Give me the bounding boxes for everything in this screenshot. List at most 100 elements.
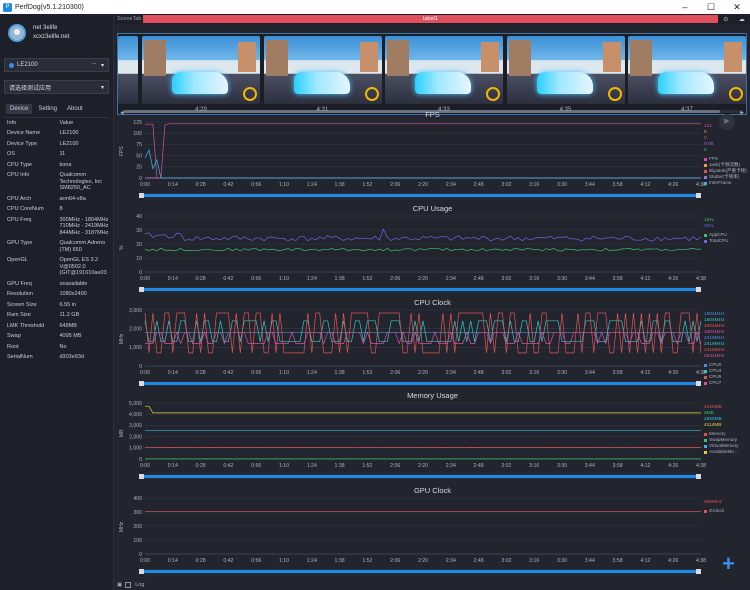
app-logo-icon: P (3, 2, 12, 12)
x-tick-label: 0:56 (251, 558, 261, 564)
table-row: Swap 4095 MB (4, 331, 109, 342)
x-tick-label: 0:42 (223, 463, 233, 469)
range-end-handle[interactable] (696, 381, 701, 386)
legend-swatch (704, 438, 707, 442)
title-bar: P PerfDog(v5.1.210300) – ☐ ✕ (0, 0, 750, 14)
x-tick-label: 3:02 (501, 558, 511, 564)
x-tick-label: 1:10 (279, 558, 289, 564)
x-tick-label: 1:24 (307, 463, 317, 469)
screenshot-thumbnail[interactable] (142, 36, 260, 104)
legend-item[interactable]: AvailableMe... (704, 449, 739, 455)
range-start-handle[interactable] (139, 287, 144, 292)
range-start-handle[interactable] (139, 381, 144, 386)
table-row: CPU Freq 300MHz - 1804MHz 710MHz - 2419MH… (4, 215, 109, 239)
legend-label: GClock (709, 508, 725, 513)
screenshot-thumbnail[interactable] (628, 36, 746, 104)
x-tick-label: 2:34 (446, 370, 456, 376)
chart-legend: Memory SwapMemory VirtualMemory AvailableMe… (704, 431, 739, 455)
chart-cpu-clock: CPU Clock 3,000 2,000 1,000 0 0:00 0:14 0:28 0:4… (115, 298, 750, 392)
range-end-handle[interactable] (696, 193, 701, 198)
x-tick-label: 3:58 (613, 370, 623, 376)
x-tick-label: 3:44 (585, 370, 595, 376)
chart-cpu-usage: CPU Usage 40 30 20 10 0 0:00 0:14 0:28 0:42 0:56 1:… (115, 204, 750, 298)
screenshot-thumbnail[interactable] (118, 36, 138, 104)
legend-swatch (704, 157, 707, 161)
info-key: Resolution (7, 291, 33, 297)
series-line-availableme- (145, 405, 701, 414)
x-tick-label: 0:42 (223, 558, 233, 564)
y-tick-label: 30 (136, 228, 142, 234)
x-tick-label: 4:26 (668, 463, 678, 469)
x-tick-label: 2:48 (474, 370, 484, 376)
app-select[interactable]: 请选择测试应用 ▾ (4, 80, 109, 94)
screenshot-thumbnail[interactable] (506, 36, 625, 104)
x-tick-label: 3:30 (557, 558, 567, 564)
x-tick-label: 3:16 (529, 182, 539, 188)
time-range-slider[interactable] (139, 287, 701, 292)
x-tick-label: 4:12 (640, 463, 650, 469)
chart-fps: FPS 125 100 75 50 25 0 0:00 0:14 0:28 0:42 0:56 1:10… (115, 110, 750, 204)
maximize-button[interactable]: ☐ (698, 2, 724, 13)
perfdog-window: P PerfDog(v5.1.210300) – ☐ ✕ net 3elife … (0, 0, 750, 590)
x-tick-label: 2:34 (446, 276, 456, 282)
table-row: Resolution 1080x2400 (4, 289, 109, 300)
tab-device[interactable]: Device (6, 104, 33, 114)
range-end-handle[interactable] (696, 569, 701, 574)
log-label: Log (135, 582, 145, 588)
time-range-slider[interactable] (139, 193, 701, 198)
time-range-slider[interactable] (139, 474, 701, 479)
expand-icon[interactable]: ▣ (117, 582, 122, 588)
add-chart-icon[interactable]: + (722, 551, 735, 577)
x-tick-label: 3:02 (501, 182, 511, 188)
legend-item[interactable]: CPU7 (704, 380, 721, 386)
y-tick-label: 1,000 (129, 446, 142, 452)
chart-legend: AppCPU TotalCPU (704, 232, 728, 244)
range-start-handle[interactable] (139, 569, 144, 574)
table-row: SerialNum d303e93d (4, 352, 109, 363)
location-icon[interactable]: ⊙ (723, 16, 728, 23)
info-value: d303e93d (59, 354, 84, 360)
table-row: CPU CoreNum 8 (4, 204, 109, 215)
x-tick-label: 1:24 (307, 182, 317, 188)
scene-label-tag[interactable]: label1 (143, 15, 718, 23)
legend-swatch (704, 381, 707, 385)
tab-about[interactable]: About (63, 104, 87, 114)
legend-swatch (704, 233, 707, 237)
cloud-icon[interactable]: ☁ (739, 16, 745, 23)
chart-legend: FPS Jank(卡顿次数) BigJank(严重卡顿) Stutter(卡顿率) In… (704, 156, 747, 186)
x-tick-label: 0:42 (223, 182, 233, 188)
x-tick-label: 0:28 (196, 276, 206, 282)
legend-item[interactable]: InterFrame (704, 180, 747, 186)
avatar[interactable] (8, 24, 26, 42)
legend-swatch (704, 450, 707, 454)
info-value: 11.2 GB (59, 312, 80, 318)
log-checkbox[interactable] (125, 582, 132, 588)
x-tick-label: 2:06 (390, 558, 400, 564)
series-line-appcpu (144, 247, 702, 252)
time-range-slider[interactable] (139, 381, 701, 386)
y-tick-label: 4,000 (129, 412, 142, 418)
info-value: 300MHz - 1804MHz 710MHz - 2419MHz 844MHz… (59, 216, 109, 236)
legend-item[interactable]: TotalCPU (704, 238, 728, 244)
time-range-slider[interactable] (139, 569, 701, 574)
minimize-button[interactable]: – (672, 2, 698, 13)
x-tick-label: 0:00 (140, 276, 150, 282)
x-tick-label: 4:12 (640, 370, 650, 376)
range-end-handle[interactable] (696, 287, 701, 292)
series-line-interframe (144, 149, 701, 179)
range-start-handle[interactable] (139, 474, 144, 479)
legend-label: AvailableMe... (709, 449, 738, 454)
range-start-handle[interactable] (139, 193, 144, 198)
screenshot-thumbnail[interactable] (385, 36, 503, 104)
current-values: 1025MB 9MB 2565MB 4114MB (704, 405, 722, 429)
wifi-icon: ⌔ (91, 63, 97, 69)
close-button[interactable]: ✕ (724, 2, 750, 13)
x-tick-label: 1:38 (335, 182, 345, 188)
legend-item[interactable]: GClock (704, 508, 724, 514)
range-end-handle[interactable] (696, 474, 701, 479)
chart-canvas: 12510075502500:00 0:14 0:28 0:42 0:56 1:10 1:2… (133, 120, 706, 188)
legend-swatch (704, 375, 707, 379)
device-select[interactable]: LE2100 ⌔ ▾ (4, 58, 109, 72)
tab-setting[interactable]: Setting (34, 104, 61, 114)
screenshot-thumbnail[interactable] (263, 36, 382, 104)
